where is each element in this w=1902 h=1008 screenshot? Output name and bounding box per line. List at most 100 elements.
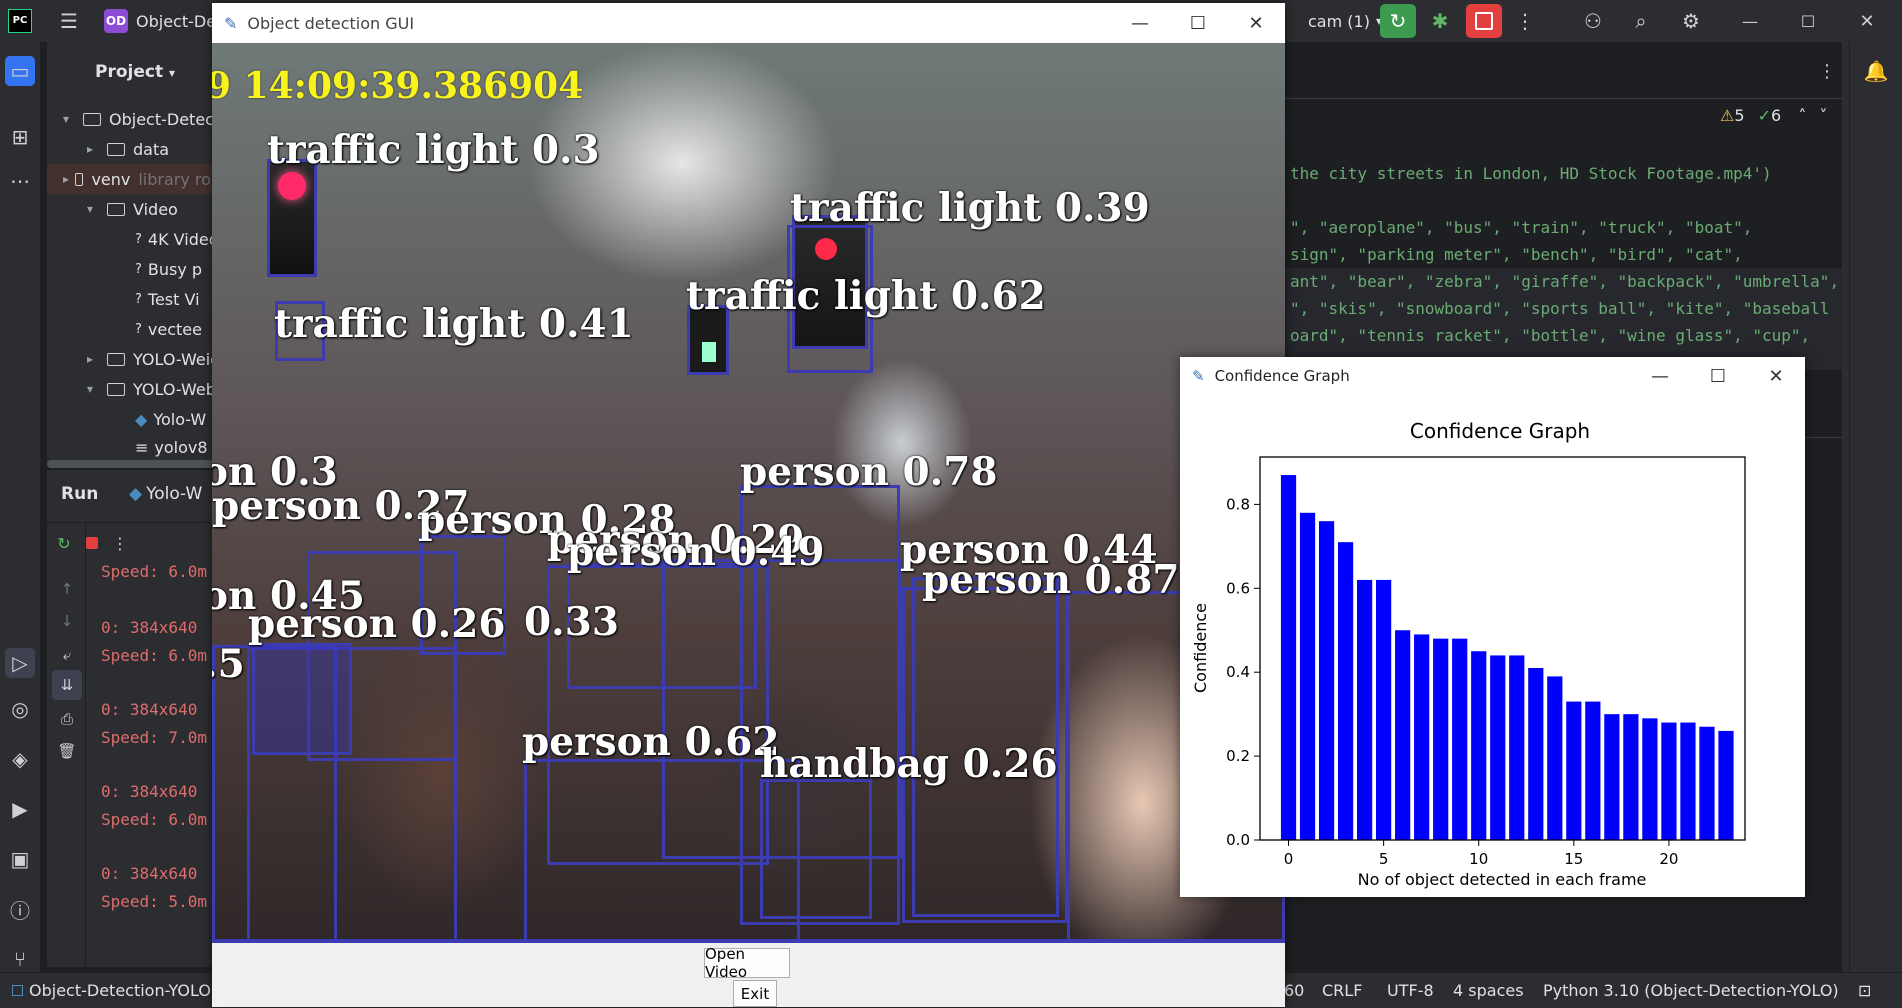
chart-bar (1718, 730, 1734, 840)
layers-icon[interactable]: ◈ (5, 744, 35, 774)
tab-run-config[interactable]: ◆ Yolo-W (129, 484, 202, 504)
up-arrow-icon[interactable]: ↑ (52, 574, 82, 604)
git-icon[interactable]: ⑂ (5, 944, 35, 974)
chart-bar (1452, 638, 1468, 840)
maximize-icon[interactable]: ☐ (1169, 3, 1227, 43)
console-line: 0: 384x640 (101, 782, 198, 801)
structure-icon[interactable]: ⊞ (5, 122, 35, 152)
chevron-up-icon[interactable]: ˄ (1798, 106, 1806, 125)
scroll-to-end-icon[interactable]: ⇊ (52, 670, 82, 700)
od-window-titlebar[interactable]: ✎ Object detection GUI — ☐ ✕ (212, 3, 1285, 43)
close-icon[interactable]: ✕ (1227, 3, 1285, 43)
terminal-icon[interactable]: ▣ (5, 844, 35, 874)
y-tick-label: 0.4 (1226, 663, 1250, 681)
chart-bar (1509, 655, 1525, 840)
detection-box (267, 159, 317, 277)
chevron-down-icon: ▾ (169, 66, 176, 80)
status-line-separator[interactable]: CRLF (1322, 981, 1362, 1000)
soft-wrap-icon[interactable]: ⤶ (52, 640, 82, 670)
run-config-selector[interactable]: cam (1) ▾ (1308, 7, 1382, 35)
status-encoding[interactable]: UTF-8 (1387, 981, 1434, 1000)
unknown-file-icon: ? (135, 321, 142, 337)
lock-icon[interactable]: ⊡ (1858, 981, 1871, 1000)
conf-window-titlebar[interactable]: ✎ Confidence Graph — ☐ ✕ (1180, 357, 1805, 395)
tree-item-file[interactable]: ≡ yolov8 (135, 432, 208, 462)
rerun-icon[interactable]: ↻ (1380, 4, 1416, 38)
ide-maximize-icon[interactable]: ☐ (1793, 6, 1823, 36)
more-vertical-icon[interactable]: ⋮ (1812, 56, 1842, 86)
inspection-widget[interactable]: ⚠5 ✓6 ˄ ˅ (1720, 106, 1827, 125)
folder-icon (83, 112, 101, 126)
trash-icon[interactable]: 🗑 (52, 736, 82, 766)
python-file-icon: ◆ (129, 484, 143, 504)
exit-button[interactable]: Exit (733, 980, 777, 1007)
detection-label: person 0.26 (248, 601, 506, 647)
status-interpreter[interactable]: Python 3.10 (Object-Detection-YOLO) (1543, 981, 1839, 1000)
tree-item-file[interactable]: ? vectee (135, 314, 202, 344)
tree-item-data[interactable]: ▸ data (87, 134, 169, 164)
more-tools-icon[interactable]: ⋯ (5, 166, 35, 196)
minimize-icon[interactable]: — (1111, 3, 1169, 43)
detection-label: person 0.78 (740, 449, 998, 495)
chart-bar (1490, 655, 1506, 840)
folder-icon (75, 172, 84, 186)
python-file-icon: ◆ (135, 409, 148, 429)
detection-box (760, 779, 872, 919)
status-indent[interactable]: 4 spaces (1453, 981, 1524, 1000)
notifications-bell-icon[interactable]: 🔔 (1861, 56, 1891, 86)
chart-title: Confidence Graph (1410, 419, 1590, 443)
open-video-button[interactable]: Open Video (704, 945, 790, 981)
project-badge: OD (104, 9, 128, 33)
maximize-icon[interactable]: ☐ (1689, 357, 1747, 395)
vertical-scrollbar[interactable] (1842, 42, 1849, 972)
detection-label: handbag 0.26 (760, 741, 1058, 787)
problems-icon[interactable]: ⓘ (5, 894, 35, 924)
status-line-col[interactable]: 60 (1284, 981, 1304, 1000)
stop-icon[interactable] (1466, 4, 1502, 38)
ide-close-icon[interactable]: ✕ (1852, 6, 1882, 36)
down-arrow-icon[interactable]: ↓ (52, 606, 82, 636)
rerun-icon[interactable]: ↻ (49, 528, 79, 558)
python-console-icon[interactable]: ◎ (5, 694, 35, 724)
tree-item-video[interactable]: ▾ Video (87, 194, 178, 224)
chart-bar (1604, 714, 1620, 840)
status-project[interactable]: Object-Detection-YOLO (12, 981, 211, 1000)
check-icon: ✓ (1757, 106, 1772, 125)
project-folder-icon[interactable]: ▭ (5, 56, 35, 86)
project-panel-title[interactable]: Project ▾ (95, 62, 175, 82)
tree-item-venv[interactable]: ▸ venv library root (47, 164, 227, 194)
add-user-icon[interactable]: ⚇ (1578, 6, 1608, 36)
tree-item-file[interactable]: ? Busy p (135, 254, 202, 284)
print-icon[interactable]: ⎙ (52, 704, 82, 734)
console-line: Speed: 6.0m (101, 810, 207, 829)
search-icon[interactable]: ⌕ (1626, 6, 1656, 36)
chart-bar (1642, 718, 1658, 840)
console-line: 0: 384x640 (101, 864, 198, 883)
y-tick-label: 0.8 (1226, 495, 1250, 513)
services-icon[interactable]: ▶ (5, 794, 35, 824)
chevron-down-icon: ▾ (63, 112, 70, 126)
run-tool-icon[interactable]: ▷ (5, 648, 35, 678)
ide-logo-icon[interactable]: PC (8, 7, 32, 35)
tree-item-file[interactable]: ? Test Vi (135, 284, 200, 314)
x-axis-label: No of object detected in each frame (1358, 870, 1647, 889)
code-line: ant", "bear", "zebra", "giraffe", "backp… (1290, 272, 1840, 291)
main-menu-icon[interactable]: ☰ (54, 6, 84, 36)
tree-item-file[interactable]: ◆ Yolo-W (135, 404, 206, 434)
chevron-down-icon[interactable]: ˅ (1819, 106, 1827, 125)
debug-icon[interactable]: ✱ (1425, 6, 1455, 36)
console-line: Speed: 5.0m (101, 892, 207, 911)
settings-gear-icon[interactable]: ⚙ (1676, 6, 1706, 36)
detection-label: traffic light 0.41 (274, 301, 634, 347)
close-icon[interactable]: ✕ (1747, 357, 1805, 395)
stop-icon[interactable] (77, 528, 107, 558)
minimize-icon[interactable]: — (1631, 357, 1689, 395)
ide-minimize-icon[interactable]: — (1735, 6, 1765, 36)
tab-run[interactable]: Run (61, 484, 98, 504)
horizontal-scrollbar[interactable] (47, 460, 227, 468)
more-vertical-icon[interactable]: ⋮ (105, 528, 135, 558)
x-tick-label: 10 (1469, 850, 1488, 868)
code-line: ", "skis", "snowboard", "sports ball", "… (1290, 299, 1830, 318)
more-vertical-icon[interactable]: ⋮ (1510, 6, 1540, 36)
tree-item-file[interactable]: ? 4K Video (135, 224, 219, 254)
